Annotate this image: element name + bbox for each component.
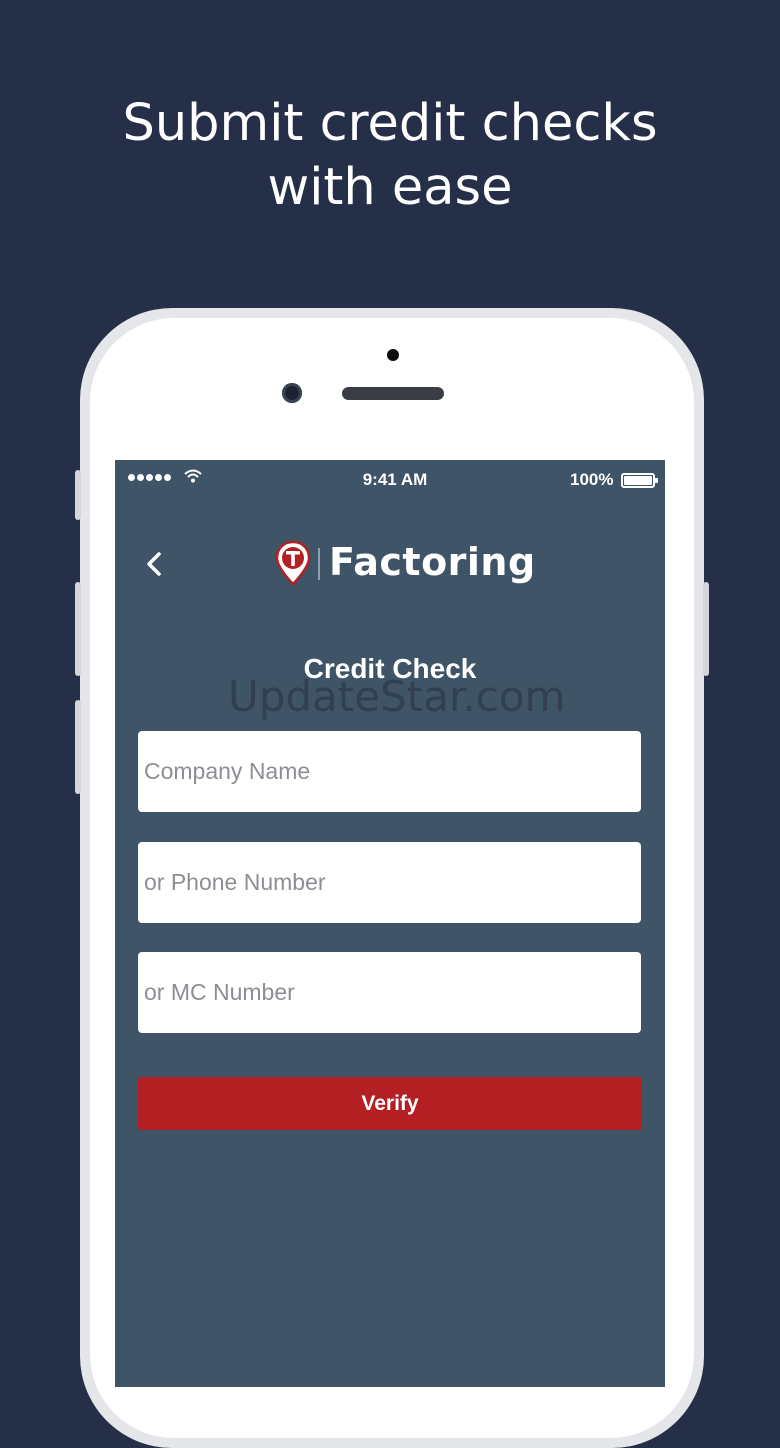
brand-divider	[318, 548, 320, 580]
map-pin-logo-icon	[275, 540, 311, 586]
battery-percent: 100%	[570, 470, 614, 489]
headline-line-1: Submit credit checks	[122, 94, 658, 153]
mute-switch	[75, 470, 81, 520]
volume-down-button	[75, 700, 81, 794]
earpiece-speaker	[342, 387, 444, 400]
watermark-text: UpdateStar.com	[228, 672, 566, 721]
front-sensor	[387, 349, 399, 361]
nav-bar: Factoring	[115, 530, 665, 600]
battery-icon	[621, 473, 658, 488]
headline-line-2: with ease	[267, 158, 513, 217]
status-bar: 9:41 AM 100%	[115, 460, 665, 498]
company-name-input[interactable]	[138, 731, 641, 812]
volume-up-button	[75, 582, 81, 676]
promo-headline: Submit credit checks with ease	[0, 92, 780, 220]
mc-number-input[interactable]	[138, 952, 641, 1033]
brand-name: Factoring	[329, 540, 536, 584]
power-button	[703, 582, 709, 676]
chevron-left-icon[interactable]	[141, 548, 171, 580]
phone-number-input[interactable]	[138, 842, 641, 923]
verify-button[interactable]: Verify	[138, 1077, 642, 1130]
front-camera	[282, 383, 302, 403]
app-screen: 9:41 AM 100% Factoring Credit Check Upda…	[115, 460, 665, 1387]
